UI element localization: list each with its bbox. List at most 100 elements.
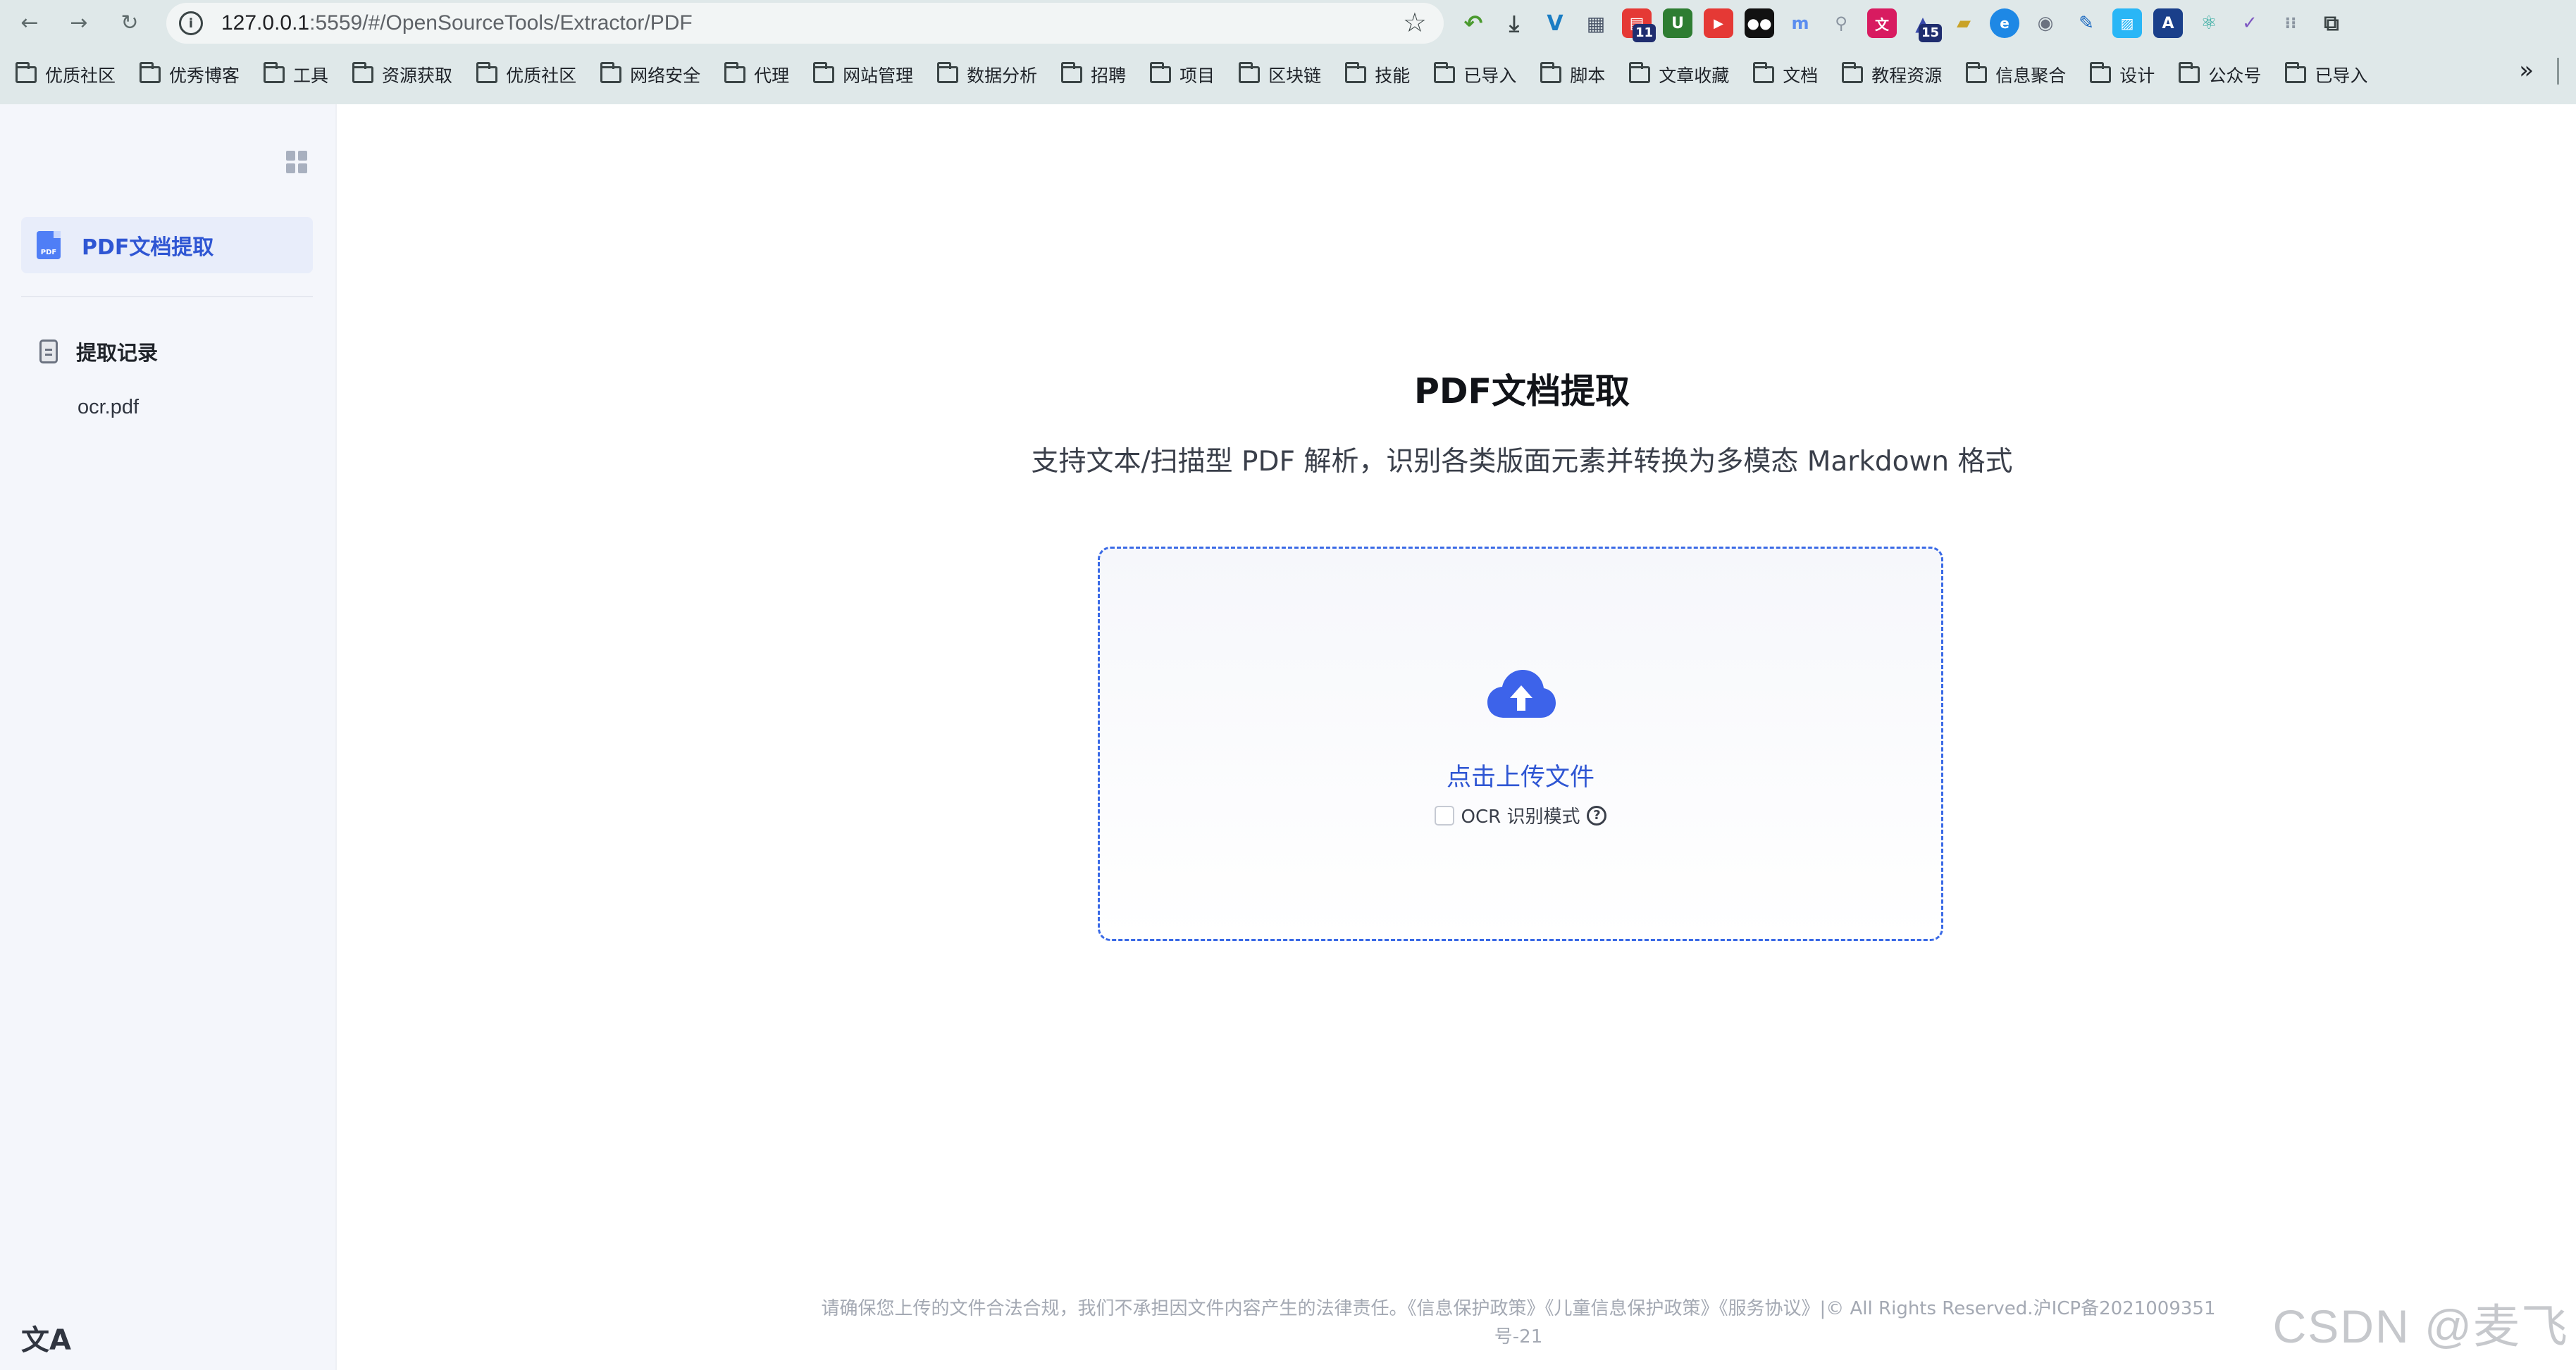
bookmark-label: 脚本	[1570, 66, 1606, 86]
sidebar-item-label: PDF文档提取	[82, 235, 214, 260]
bookmark-label: 文章收藏	[1659, 66, 1730, 86]
language-translate-icon[interactable]: 文A	[21, 1317, 71, 1358]
folder-icon	[1540, 62, 1562, 83]
folder-icon	[813, 62, 835, 83]
bookmark-folder[interactable]: 网络安全	[600, 62, 700, 87]
bookmark-folder[interactable]: 网站管理	[813, 62, 913, 87]
sidebar-item-pdf-extract[interactable]: PDF PDF文档提取	[21, 217, 313, 273]
ocr-mode-label[interactable]: OCR 识别模式	[1461, 802, 1580, 828]
bookmarks-separator	[2557, 58, 2559, 85]
apps-extension-icon[interactable]: ▦	[1581, 8, 1611, 38]
folder-icon	[1345, 62, 1367, 83]
back-arrow-icon[interactable]: ←	[16, 8, 44, 37]
bookmark-star-icon[interactable]: ☆	[1403, 7, 1427, 38]
cloud-upload-icon	[1487, 670, 1556, 718]
sidebar: PDF PDF文档提取 提取记录 ocr.pdf 文A	[0, 104, 337, 1370]
v-extension-icon[interactable]: V	[1540, 8, 1570, 38]
translate-extension-icon[interactable]: 文	[1867, 8, 1897, 38]
bookmark-folder[interactable]: 技能	[1345, 62, 1410, 87]
bookmark-label: 网络安全	[630, 66, 701, 86]
folder-icon	[600, 62, 622, 83]
bookmark-label: 网站管理	[843, 66, 914, 86]
folder-icon	[2090, 62, 2112, 83]
folder-icon	[264, 62, 285, 83]
bookmark-folder[interactable]: 招聘	[1061, 62, 1126, 87]
history-title: 提取记录	[76, 341, 159, 365]
calendar-extension-icon[interactable]: ▤ 11	[1622, 8, 1656, 42]
bookmark-folder[interactable]: 文档	[1753, 62, 1818, 87]
browser-chrome: ← → ↻ i 127.0.0.1:5559/#/OpenSourceTools…	[0, 0, 2576, 104]
folder-icon	[1629, 62, 1651, 83]
bookmark-label: 数据分析	[967, 66, 1038, 86]
bookmark-folder[interactable]: 信息聚合	[1966, 62, 2066, 87]
bookmark-label: 项目	[1179, 66, 1215, 86]
vue-extension-icon[interactable]: ✓	[2235, 8, 2265, 38]
puzzle-extension-icon[interactable]: ⧉	[2317, 8, 2346, 38]
bookmark-folder[interactable]: 代理	[724, 62, 789, 87]
file-upload-dropzone[interactable]: 点击上传文件 OCR 识别模式 ?	[1098, 547, 1943, 941]
forward-arrow-icon[interactable]: →	[65, 8, 93, 37]
bookmark-folder[interactable]: 资源获取	[352, 62, 452, 87]
bookmark-folder[interactable]: 区块链	[1239, 62, 1321, 87]
edge-extension-icon[interactable]: e	[1990, 8, 2019, 38]
bookmark-folder[interactable]: 教程资源	[1842, 62, 1942, 87]
bookmark-folder[interactable]: 优质社区	[476, 62, 576, 87]
bookmark-folder[interactable]: 优质社区	[16, 62, 116, 87]
pen-extension-icon[interactable]: ✎	[2072, 8, 2101, 38]
folder-icon	[2285, 62, 2307, 83]
bookmark-label: 优秀博客	[169, 66, 240, 86]
undo-extension-icon[interactable]: ↶	[1459, 8, 1488, 38]
bookmark-label: 已导入	[1463, 66, 1517, 86]
extensions-bar: ↶ ⤓ V ▦ ▤ 11 U ▶ ●● m ⚲ 文 ▲ 15 ▰ e ◉ ✎ ▨ A…	[1459, 6, 2346, 42]
bookmarks-bar: 优质社区 优秀博客 工具 资源获取 优质社区 网络安全 代理 网站管理 数据分析 招聘 项目 区块链 技…	[16, 59, 2367, 90]
sidebar-collapse-icon[interactable]	[286, 151, 309, 173]
folder-icon	[937, 62, 959, 83]
dots-extension-icon[interactable]: ⁝⁝	[2276, 8, 2305, 38]
folder-icon	[1239, 62, 1261, 83]
site-info-icon[interactable]: i	[179, 11, 203, 35]
bookmark-folder[interactable]: 已导入	[1434, 62, 1516, 87]
footer-icp: 号-21	[1494, 1326, 1543, 1347]
m-extension-icon[interactable]: m	[1785, 8, 1815, 38]
bookmark-folder[interactable]: 文章收藏	[1629, 62, 1729, 87]
folder-icon	[352, 62, 374, 83]
video-extension-icon[interactable]: ▶	[1704, 8, 1733, 38]
address-bar[interactable]: i 127.0.0.1:5559/#/OpenSourceTools/Extra…	[166, 3, 1444, 44]
more-bookmarks-icon[interactable]: »	[2519, 56, 2534, 85]
camera-extension-icon[interactable]: ◉	[2031, 8, 2060, 38]
cap-extension-icon[interactable]: ▲ 15	[1908, 8, 1942, 42]
mask-extension-icon[interactable]: ●●	[1745, 8, 1774, 38]
bookmark-folder[interactable]: 项目	[1150, 62, 1215, 87]
sidebar-divider	[21, 296, 313, 297]
history-item[interactable]: ocr.pdf	[78, 396, 139, 419]
download-icon[interactable]: ⤓	[1499, 8, 1529, 38]
ocr-mode-checkbox[interactable]	[1434, 805, 1454, 826]
react-extension-icon[interactable]: ⚛	[2194, 8, 2224, 38]
upload-file-button[interactable]: 点击上传文件	[1100, 757, 1941, 793]
pdf-file-icon: PDF	[37, 231, 61, 259]
bookmark-folder[interactable]: 数据分析	[937, 62, 1037, 87]
bookmark-folder[interactable]: 设计	[2090, 62, 2155, 87]
bookmark-folder[interactable]: 优秀博客	[140, 62, 240, 87]
page-subtitle: 支持文本/扫描型 PDF 解析，识别各类版面元素并转换为多模态 Markdown…	[1031, 446, 2013, 478]
bookmark-label: 招聘	[1091, 66, 1127, 86]
image-extension-icon[interactable]: ▨	[2112, 8, 2142, 38]
a-extension-icon[interactable]: A	[2153, 8, 2183, 38]
address-url[interactable]: 127.0.0.1:5559/#/OpenSourceTools/Extract…	[221, 11, 693, 35]
bookmark-label: 优质社区	[45, 66, 116, 86]
folder-extension-icon[interactable]: ▰	[1949, 8, 1979, 38]
clipboard-icon	[39, 340, 58, 363]
folder-icon	[1434, 62, 1456, 83]
shield-extension-icon[interactable]: U	[1663, 8, 1692, 38]
bookmark-label: 区块链	[1268, 66, 1322, 86]
help-question-icon[interactable]: ?	[1587, 805, 1607, 826]
reload-icon[interactable]: ↻	[116, 8, 144, 37]
folder-icon	[1753, 62, 1775, 83]
bookmark-folder[interactable]: 已导入	[2285, 62, 2367, 87]
bookmark-label: 公众号	[2208, 66, 2262, 86]
search-extension-icon[interactable]: ⚲	[1826, 8, 1856, 38]
folder-icon	[1150, 62, 1172, 83]
bookmark-folder[interactable]: 公众号	[2179, 62, 2261, 87]
bookmark-folder[interactable]: 脚本	[1540, 62, 1605, 87]
bookmark-folder[interactable]: 工具	[264, 62, 328, 87]
